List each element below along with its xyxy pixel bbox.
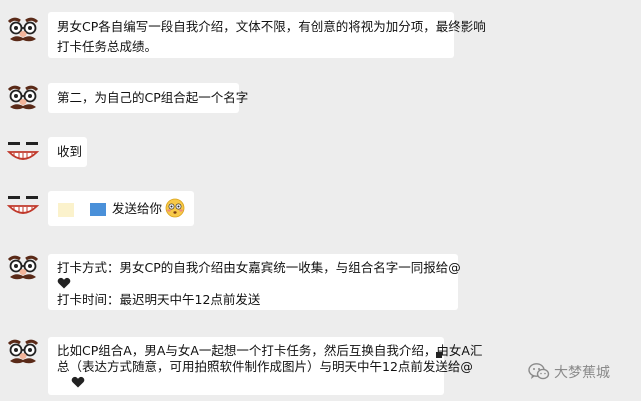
mention-heart-line [57, 375, 435, 391]
message-text-line: 比如CP组合A，男A与女A一起想一个打卡任务，然后互换自我介绍，由女A汇 [57, 343, 483, 358]
watermark: 大梦蕉城 [528, 361, 610, 383]
message-bubble[interactable]: 比如CP组合A，男A与女A一起想一个打卡任务，然后互换自我介绍，由女A汇 总（表… [48, 337, 483, 395]
image-thumbnail[interactable] [58, 202, 74, 217]
groucho-glasses-mustache-avatar[interactable] [6, 252, 40, 286]
grinning-face-avatar[interactable] [6, 136, 40, 170]
message-bubble[interactable]: 收到 [48, 137, 87, 167]
cursor-mark [436, 352, 442, 358]
black-heart-icon [71, 376, 85, 388]
groucho-glasses-mustache-avatar[interactable] [6, 82, 40, 116]
groucho-glasses-mustache-avatar[interactable] [6, 14, 40, 48]
watermark-text: 大梦蕉城 [554, 365, 610, 381]
grinning-face-avatar[interactable] [6, 190, 40, 224]
black-heart-icon [57, 277, 71, 289]
flushed-face-emoji [165, 198, 185, 218]
groucho-glasses-mustache-avatar[interactable] [6, 336, 40, 370]
message-text-line: 打卡方式：男女CP的自我介绍由女嘉宾统一收集，与组合名字一同报给@ [57, 260, 461, 275]
chat-window: 男女CP各自编写一段自我介绍，文体不限，有创意的将视为加分项，最终影响 打卡任务… [0, 0, 641, 401]
message-bubble[interactable]: 男女CP各自编写一段自我介绍，文体不限，有创意的将视为加分项，最终影响 打卡任务… [48, 12, 486, 58]
message-text-line: 第二，为自己的CP组合起一个名字 [57, 90, 249, 105]
message-bubble[interactable]: 发送给你 [48, 191, 194, 226]
message-text-line: 总（表达方式随意，可用拍照软件制作成图片）与明天中午12点前发送给@ [57, 359, 473, 374]
message-bubble[interactable]: 第二，为自己的CP组合起一个名字 [48, 83, 249, 113]
image-thumbnail[interactable] [90, 203, 106, 216]
message-text-line: 打卡任务总成绩。 [57, 39, 158, 54]
message-text-line: 收到 [57, 144, 83, 159]
mention-heart-line [57, 276, 449, 292]
message-text-line: 男女CP各自编写一段自我介绍，文体不限，有创意的将视为加分项，最终影响 [57, 19, 486, 34]
message-bubble[interactable]: 打卡方式：男女CP的自我介绍由女嘉宾统一收集，与组合名字一同报给@ 打卡时间：最… [48, 254, 461, 310]
message-text: 发送给你 [112, 201, 163, 216]
message-text-line: 打卡时间：最迟明天中午12点前发送 [57, 292, 261, 307]
wechat-official-account-icon [528, 363, 550, 380]
